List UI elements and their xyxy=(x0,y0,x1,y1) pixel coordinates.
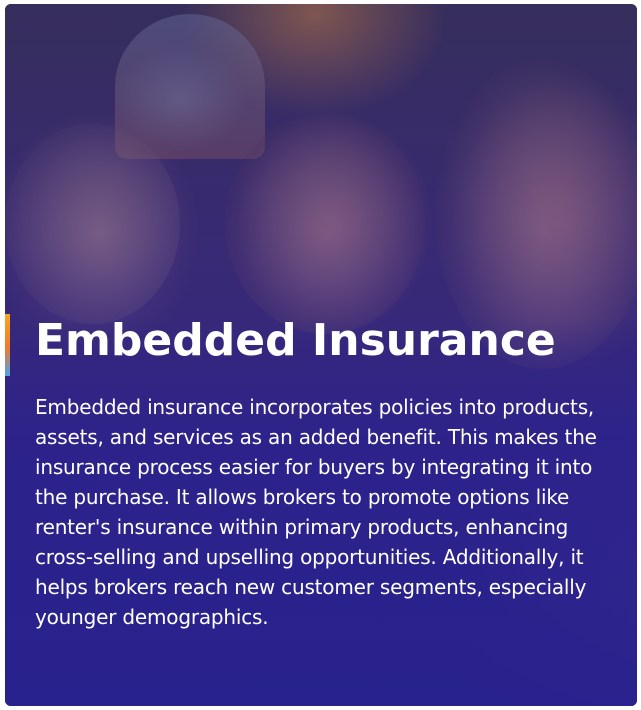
feature-card: Embedded Insurance Embedded insurance in… xyxy=(5,4,637,706)
title-accent-bar xyxy=(5,314,10,376)
card-description: Embedded insurance incorporates policies… xyxy=(35,395,597,629)
card-title: Embedded Insurance xyxy=(35,315,556,366)
